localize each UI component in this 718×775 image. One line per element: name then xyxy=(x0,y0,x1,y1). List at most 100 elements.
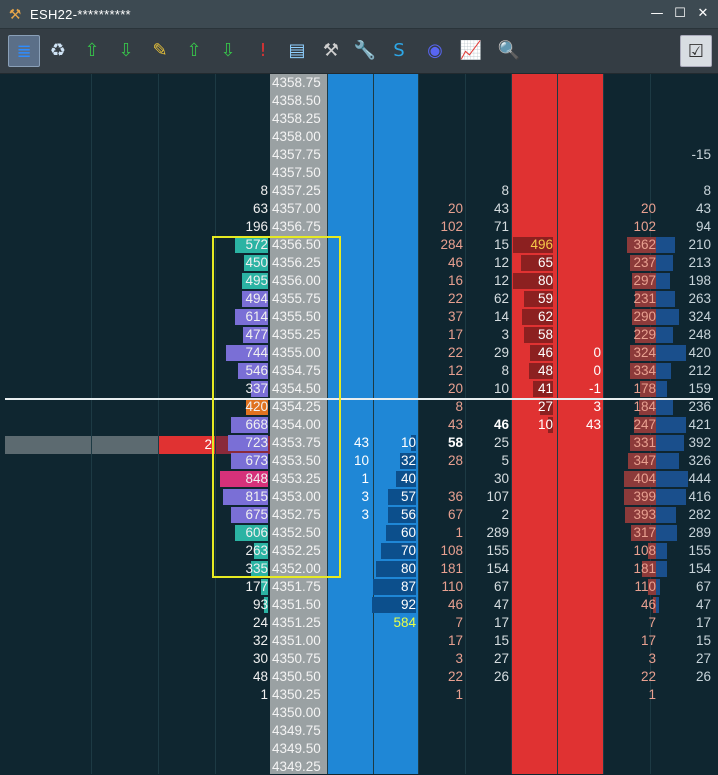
ladder-row[interactable]: 4352.25 263 70 108 155 108 155 xyxy=(5,542,713,560)
ladder-row[interactable]: 4356.50 572 284 15 496 362 210 xyxy=(5,236,713,254)
ladder-row[interactable]: 4352.00 335 80 181 154 181 154 xyxy=(5,560,713,578)
ladder-row[interactable]: 4350.75 30 3 27 3 27 xyxy=(5,650,713,668)
price-cell[interactable]: 4350.25 xyxy=(270,686,327,704)
discord-icon[interactable]: ◉ xyxy=(420,35,450,65)
ladder-row[interactable]: 4350.25 1 1 1 xyxy=(5,686,713,704)
ask-depth-cell[interactable]: 0 xyxy=(557,362,601,380)
depth-icon[interactable]: ≣ xyxy=(8,35,40,67)
price-cell[interactable]: 4350.50 xyxy=(270,668,327,686)
pencil-icon[interactable]: ✎ xyxy=(145,35,175,65)
download-green-icon[interactable]: ⇩ xyxy=(111,35,141,65)
ladder-row[interactable]: 4349.75 xyxy=(5,722,713,740)
ladder-row[interactable]: 4353.25 848 1 40 30 404 444 xyxy=(5,470,713,488)
price-cell[interactable]: 4349.75 xyxy=(270,722,327,740)
ladder-row[interactable]: 4357.25 8 8 8 xyxy=(5,182,713,200)
ladder-row[interactable]: 4355.25 477 17 3 58 229 248 xyxy=(5,326,713,344)
price-cell[interactable]: 4351.75 xyxy=(270,578,327,596)
recycle-bin-icon[interactable]: ♻ xyxy=(43,35,73,65)
bid-depth-cell[interactable]: 57 xyxy=(373,488,416,506)
ladder-row[interactable]: 4354.75 546 12 8 48 0 334 212 xyxy=(5,362,713,380)
ask-size-cell[interactable]: 496 xyxy=(511,236,553,254)
tools-icon[interactable]: ⚒ xyxy=(316,35,346,65)
price-cell[interactable]: 4356.75 xyxy=(270,218,327,236)
ladder-row[interactable]: 4357.75 -15 xyxy=(5,146,713,164)
checklist-icon[interactable]: ☑ xyxy=(680,35,712,67)
price-cell[interactable]: 4350.00 xyxy=(270,704,327,722)
ask-depth-cell[interactable]: 3 xyxy=(557,398,601,416)
price-cell[interactable]: 4350.75 xyxy=(270,650,327,668)
price-cell[interactable]: 4357.50 xyxy=(270,164,327,182)
ladder-row[interactable]: 4358.00 xyxy=(5,128,713,146)
minimize-button[interactable]: — xyxy=(648,5,666,23)
ladder-row[interactable]: 4349.25 xyxy=(5,758,713,774)
upload-green-2-icon[interactable]: ⇧ xyxy=(179,35,209,65)
report-icon[interactable]: ▤ xyxy=(282,35,312,65)
s-brand-icon[interactable]: S xyxy=(384,35,414,65)
ladder-row[interactable]: 4354.50 337 20 10 41 -1 178 159 xyxy=(5,380,713,398)
upload-green-icon[interactable]: ⇧ xyxy=(77,35,107,65)
ladder-row[interactable]: 4350.00 xyxy=(5,704,713,722)
ladder-row[interactable]: 4358.75 xyxy=(5,74,713,92)
ladder-row[interactable]: 4351.00 32 17 15 17 15 xyxy=(5,632,713,650)
ladder-row[interactable]: 4356.00 495 16 12 80 297 198 xyxy=(5,272,713,290)
price-cell[interactable]: 4351.50 xyxy=(270,596,327,614)
ladder-row[interactable]: 4357.50 xyxy=(5,164,713,182)
ladder-row[interactable]: 4356.25 450 46 12 65 237 213 xyxy=(5,254,713,272)
price-cell[interactable]: 4358.75 xyxy=(270,74,327,92)
bid-depth-cell[interactable]: 87 xyxy=(373,578,416,596)
price-cell[interactable]: 4357.25 xyxy=(270,182,327,200)
price-cell[interactable]: 4351.25 xyxy=(270,614,327,632)
ladder-row[interactable]: 4352.50 606 60 1 289 317 289 xyxy=(5,524,713,542)
ladder-row[interactable]: 4355.75 494 22 62 59 231 263 xyxy=(5,290,713,308)
bid-depth-cell[interactable]: 40 xyxy=(373,470,416,488)
ask-depth-cell[interactable]: 43 xyxy=(557,416,601,434)
ask-size-cell[interactable]: 27 xyxy=(511,398,553,416)
magnifier-icon[interactable]: 🔍 xyxy=(494,35,524,65)
ask-size-cell[interactable]: 80 xyxy=(511,272,553,290)
ladder-row[interactable]: 4351.75 177 87 110 67 110 67 xyxy=(5,578,713,596)
ask-size-cell[interactable]: 48 xyxy=(511,362,553,380)
ladder-row[interactable]: 4351.50 93 92 46 47 46 47 xyxy=(5,596,713,614)
bid-depth-cell[interactable]: 56 xyxy=(373,506,416,524)
ladder-row[interactable]: 4358.50 xyxy=(5,92,713,110)
ask-size-cell[interactable]: 62 xyxy=(511,308,553,326)
ladder-row[interactable]: 4358.25 xyxy=(5,110,713,128)
bid-depth-cell[interactable]: 80 xyxy=(373,560,416,578)
bid-depth-cell[interactable]: 584 xyxy=(373,614,416,632)
price-cell[interactable]: 4349.50 xyxy=(270,740,327,758)
ask-size-cell[interactable]: 58 xyxy=(511,326,553,344)
ask-depth-cell[interactable]: 0 xyxy=(557,344,601,362)
ask-size-cell[interactable]: 59 xyxy=(511,290,553,308)
price-cell[interactable]: 4358.50 xyxy=(270,92,327,110)
price-cell[interactable]: 4358.25 xyxy=(270,110,327,128)
ask-depth-cell[interactable]: -1 xyxy=(557,380,601,398)
ladder-row[interactable]: 4356.75 196 102 71 102 94 xyxy=(5,218,713,236)
ladder-row[interactable]: 4353.00 815 3 57 36 107 399 416 xyxy=(5,488,713,506)
price-cell[interactable]: 4357.00 xyxy=(270,200,327,218)
chart-icon[interactable]: 📈 xyxy=(456,35,486,65)
ladder-row[interactable]: 4354.25 420 8 27 3 184 236 xyxy=(5,398,713,416)
bid-depth-cell[interactable]: 92 xyxy=(373,596,416,614)
price-cell[interactable]: 4349.25 xyxy=(270,758,327,774)
wrench-icon[interactable]: 🔧 xyxy=(350,35,380,65)
alert-icon[interactable]: ! xyxy=(248,35,278,65)
ladder-row[interactable]: 4357.00 63 20 43 20 43 xyxy=(5,200,713,218)
ladder-row[interactable]: 4352.75 675 3 56 67 2 393 282 xyxy=(5,506,713,524)
close-button[interactable]: ✕ xyxy=(694,5,712,23)
ask-size-cell[interactable]: 10 xyxy=(511,416,553,434)
price-ladder[interactable]: 2 4358.75 4358.50 4358.25 4358.00 4357.75 -15… xyxy=(5,74,713,774)
ladder-row[interactable]: 4351.25 24 584 7 17 7 17 xyxy=(5,614,713,632)
ladder-row[interactable]: 4355.00 744 22 29 46 0 324 420 xyxy=(5,344,713,362)
ladder-row[interactable]: 4353.50 673 10 32 28 5 347 326 xyxy=(5,452,713,470)
bid-depth-cell[interactable]: 60 xyxy=(373,524,416,542)
ladder-row[interactable]: 4349.50 xyxy=(5,740,713,758)
ladder-row[interactable]: 4354.00 668 43 46 10 43 247 421 xyxy=(5,416,713,434)
ladder-row[interactable]: 4350.50 48 22 26 22 26 xyxy=(5,668,713,686)
ask-size-cell[interactable]: 41 xyxy=(511,380,553,398)
price-cell[interactable]: 4357.75 xyxy=(270,146,327,164)
download-green-2-icon[interactable]: ⇩ xyxy=(213,35,243,65)
ladder-row[interactable]: 4355.50 614 37 14 62 290 324 xyxy=(5,308,713,326)
bid-depth-cell[interactable]: 70 xyxy=(373,542,416,560)
ladder-row[interactable]: 4353.75 723 43 10 58 25 331 392 xyxy=(5,434,713,452)
price-cell[interactable]: 4351.00 xyxy=(270,632,327,650)
